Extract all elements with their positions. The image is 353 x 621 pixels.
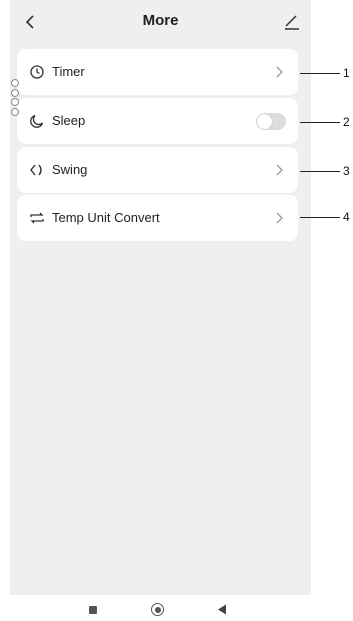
handle-dot [11,98,19,106]
swing-label: Swing [52,162,88,177]
handle-dot [11,88,19,97]
page-title: More [142,12,179,29]
callout-line [300,122,340,123]
edit-pencil-icon[interactable] [282,11,302,31]
circle-icon[interactable] [151,603,164,616]
callout-line [300,217,340,218]
callout-number: 3 [343,164,350,178]
callout-line [300,171,340,172]
chevron-right-icon [276,66,283,78]
callout-number: 2 [343,115,350,129]
callout-number: 4 [343,210,350,224]
chevron-right-icon [276,212,283,224]
app-screen: More Timer Sleep Swing Temp Unit Convert [10,0,311,595]
callout-number: 1 [343,66,350,80]
convert-icon [30,212,44,224]
swing-icon [30,164,42,176]
list-item-temp-unit-convert[interactable]: Temp Unit Convert [17,195,298,241]
system-nav-bar [0,595,353,621]
callout-line [300,73,340,74]
chevron-right-icon [276,164,283,176]
temp-unit-convert-label: Temp Unit Convert [52,210,160,225]
toggle-knob [257,114,272,129]
timer-label: Timer [52,64,85,79]
handle-dot [11,107,19,116]
sleep-toggle[interactable] [256,113,286,130]
list-item-swing[interactable]: Swing [17,147,298,193]
header-bar: More [10,0,311,44]
list-item-timer[interactable]: Timer [17,49,298,95]
drag-handle-icon[interactable] [11,79,21,119]
square-icon[interactable] [89,606,97,614]
moon-icon [30,114,44,128]
list-item-sleep: Sleep [17,98,298,144]
triangle-back-icon[interactable] [217,604,227,615]
sleep-label: Sleep [52,113,86,128]
clock-icon [30,65,44,79]
handle-dot [11,79,19,87]
